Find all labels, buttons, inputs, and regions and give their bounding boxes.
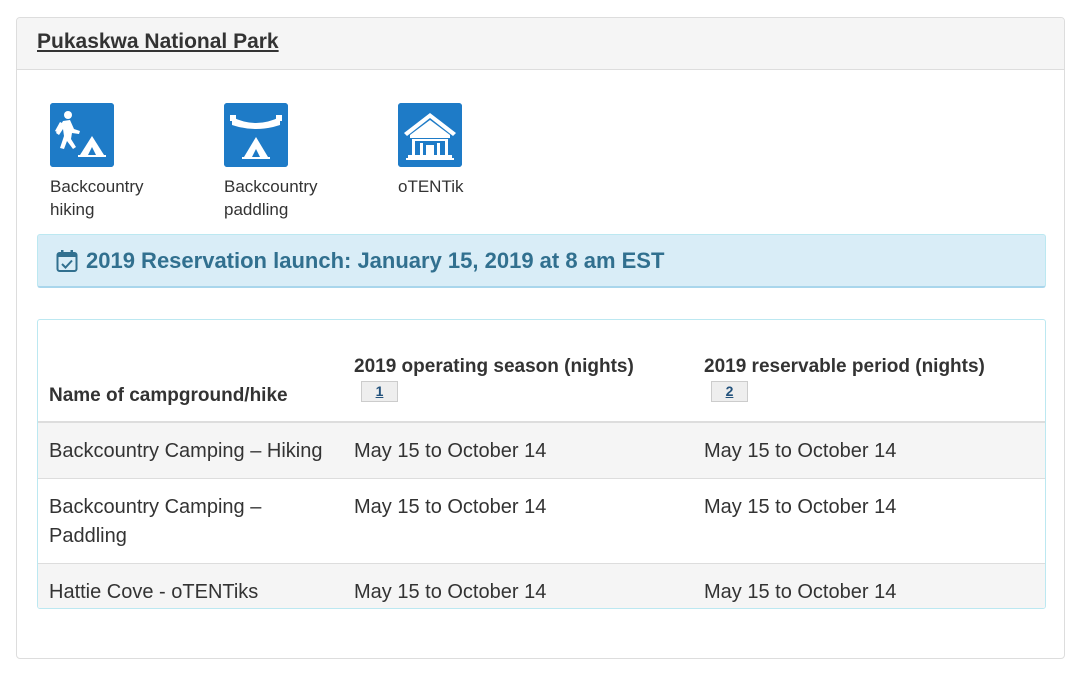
footnote-2-link[interactable]: 2 <box>711 381 748 402</box>
header-reservable-label: 2019 reservable period (nights) <box>704 356 985 377</box>
footnote-1-link[interactable]: 1 <box>361 381 398 402</box>
activity-label: Backcountry hiking <box>50 177 144 219</box>
cell-name: Backcountry Camping – Paddling <box>38 478 343 564</box>
table-row: Backcountry Camping – Hiking May 15 to O… <box>38 421 1045 479</box>
header-season: 2019 operating season (nights) 1 <box>343 320 693 423</box>
activity-backcountry-paddling: Backcountry paddling <box>224 103 398 221</box>
season-table: Name of campground/hike 2019 operating s… <box>37 319 1046 609</box>
activity-label: Backcountry paddling <box>224 177 318 219</box>
header-name: Name of campground/hike <box>38 320 343 423</box>
cell-name: Hattie Cove - oTENTiks <box>38 563 343 608</box>
hiker-tent-icon <box>50 103 114 167</box>
reservation-launch-alert: 2019 Reservation launch: January 15, 201… <box>37 234 1046 288</box>
table-header-row: Name of campground/hike 2019 operating s… <box>38 320 1045 423</box>
park-title-link[interactable]: Pukaskwa National Park <box>37 30 279 54</box>
cell-season: May 15 to October 14 <box>343 478 693 564</box>
otentik-cabin-icon <box>398 103 462 167</box>
park-panel: Pukaskwa National Park Backcountry hikin… <box>16 17 1065 659</box>
header-reservable: 2019 reservable period (nights) 2 <box>693 320 1045 423</box>
panel-heading: Pukaskwa National Park <box>17 18 1064 70</box>
cell-season: May 15 to October 14 <box>343 563 693 608</box>
cell-reservable: May 15 to October 14 <box>693 478 1045 564</box>
header-season-label: 2019 operating season (nights) <box>354 356 634 377</box>
calendar-check-icon <box>56 249 78 272</box>
activity-icons: Backcountry hiking Backcountry paddling <box>50 103 572 221</box>
activity-backcountry-hiking: Backcountry hiking <box>50 103 224 221</box>
cell-reservable: May 15 to October 14 <box>693 421 1045 479</box>
season-table-grid: Name of campground/hike 2019 operating s… <box>38 320 1045 608</box>
activity-label: oTENTik <box>398 177 464 196</box>
activity-otentik: oTENTik <box>398 103 572 221</box>
alert-text: 2019 Reservation launch: January 15, 201… <box>86 247 665 273</box>
cell-reservable: May 15 to October 14 <box>693 563 1045 608</box>
table-row: Hattie Cove - oTENTiks May 15 to October… <box>38 563 1045 608</box>
table-row: Backcountry Camping – Paddling May 15 to… <box>38 478 1045 564</box>
cell-season: May 15 to October 14 <box>343 421 693 479</box>
canoe-tent-icon <box>224 103 288 167</box>
cell-name: Backcountry Camping – Hiking <box>38 421 343 479</box>
